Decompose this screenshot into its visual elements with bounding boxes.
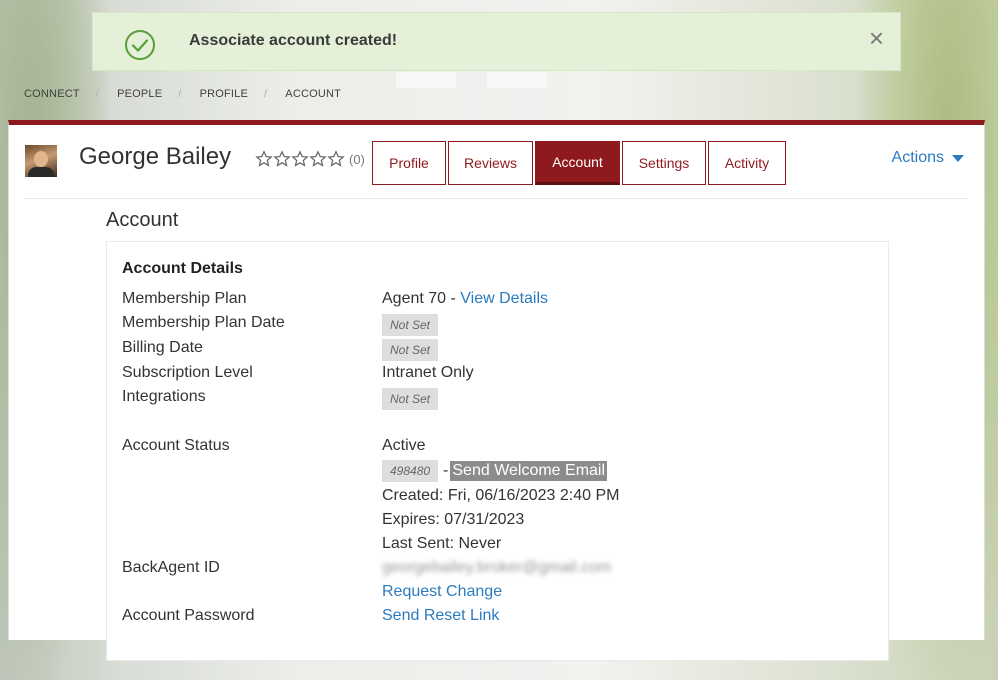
profile-tabs: Profile Reviews Account Settings Activit… — [372, 141, 788, 185]
not-set-badge: Not Set — [382, 314, 439, 336]
caret-down-icon — [952, 154, 964, 162]
value-subscription-level: Intranet Only — [382, 364, 474, 382]
rating-count: (0) — [349, 151, 365, 167]
star-icon — [273, 150, 291, 167]
star-icon — [291, 150, 309, 167]
star-icon — [255, 150, 273, 167]
breadcrumb-separator: / — [95, 88, 100, 100]
created-row: Created: Fri, 06/16/2023 2:40 PM — [382, 487, 619, 505]
label-membership-plan: Membership Plan — [122, 290, 247, 307]
breadcrumb-account[interactable]: ACCOUNT — [285, 88, 341, 100]
alert-message: Associate account created! — [189, 32, 398, 49]
label-billing-date: Billing Date — [122, 339, 203, 356]
value-membership-plan-date: Not Set — [382, 314, 439, 336]
account-id-row: 498480 - Send Welcome Email — [382, 460, 608, 482]
check-circle-icon — [125, 30, 155, 60]
label-membership-plan-date: Membership Plan Date — [122, 314, 285, 331]
star-icon — [327, 150, 345, 167]
avatar[interactable] — [25, 145, 57, 177]
label-account-password: Account Password — [122, 607, 255, 624]
value-account-password: Send Reset Link — [382, 607, 499, 625]
background-window — [396, 72, 456, 88]
email-value: georgebailey.broker@gmail.com — [382, 559, 612, 576]
breadcrumb: CONNECT / PEOPLE / PROFILE / ACCOUNT — [24, 88, 341, 100]
breadcrumb-profile[interactable]: PROFILE — [200, 88, 248, 100]
not-set-badge: Not Set — [382, 339, 439, 361]
actions-label: Actions — [891, 149, 944, 166]
membership-plan-value: Agent 70 - — [382, 290, 456, 307]
status-value: Active — [382, 437, 426, 454]
tab-profile[interactable]: Profile — [372, 141, 446, 185]
value-integrations: Not Set — [382, 388, 439, 410]
breadcrumb-separator: / — [178, 88, 182, 100]
breadcrumb-people[interactable]: PEOPLE — [117, 88, 162, 100]
account-id-badge: 498480 — [382, 460, 439, 482]
request-change-row: Request Change — [382, 583, 502, 601]
star-rating: (0) — [255, 150, 365, 168]
star-icon — [309, 150, 327, 167]
expires-row: Expires: 07/31/2023 — [382, 511, 524, 529]
value-backagent-id: georgebailey.broker@gmail.com — [382, 559, 611, 577]
last-sent-row: Last Sent: Never — [382, 535, 501, 553]
breadcrumb-separator: / — [264, 88, 268, 100]
close-icon[interactable]: × — [869, 25, 884, 51]
profile-name: George Bailey — [79, 143, 232, 170]
card-title: Account Details — [122, 260, 243, 277]
main-panel: George Bailey (0) Profile Reviews Accoun… — [8, 120, 985, 661]
label-backagent-id: BackAgent ID — [122, 559, 220, 576]
created-text: Created: Fri, 06/16/2023 2:40 PM — [382, 487, 620, 504]
view-details-link[interactable]: View Details — [460, 290, 548, 308]
breadcrumb-connect[interactable]: CONNECT — [24, 88, 80, 100]
tab-account[interactable]: Account — [535, 141, 620, 185]
success-alert: Associate account created! × — [92, 12, 901, 71]
subscription-level-value: Intranet Only — [382, 364, 474, 381]
label-subscription-level: Subscription Level — [122, 364, 253, 381]
tab-activity[interactable]: Activity — [708, 141, 786, 185]
request-change-link[interactable]: Request Change — [382, 583, 502, 601]
last-sent-text: Last Sent: Never — [382, 535, 502, 552]
profile-header: George Bailey (0) Profile Reviews Accoun… — [25, 137, 968, 199]
label-integrations: Integrations — [122, 388, 206, 405]
value-account-status: Active — [382, 437, 426, 455]
expires-text: Expires: 07/31/2023 — [382, 511, 525, 528]
actions-dropdown[interactable]: Actions — [892, 149, 964, 167]
send-welcome-email-button[interactable]: Send Welcome Email — [450, 461, 608, 481]
send-reset-link[interactable]: Send Reset Link — [382, 607, 499, 625]
dash-separator: - — [443, 462, 449, 479]
background-window — [487, 72, 547, 88]
tab-settings[interactable]: Settings — [622, 141, 706, 185]
section-title: Account — [106, 209, 179, 231]
not-set-badge: Not Set — [382, 388, 439, 410]
value-billing-date: Not Set — [382, 339, 439, 361]
tab-reviews[interactable]: Reviews — [448, 141, 533, 185]
value-membership-plan: Agent 70 - View Details — [382, 290, 548, 308]
account-details-card: Account Details Membership Plan Agent 70… — [106, 241, 889, 661]
label-account-status: Account Status — [122, 437, 230, 454]
